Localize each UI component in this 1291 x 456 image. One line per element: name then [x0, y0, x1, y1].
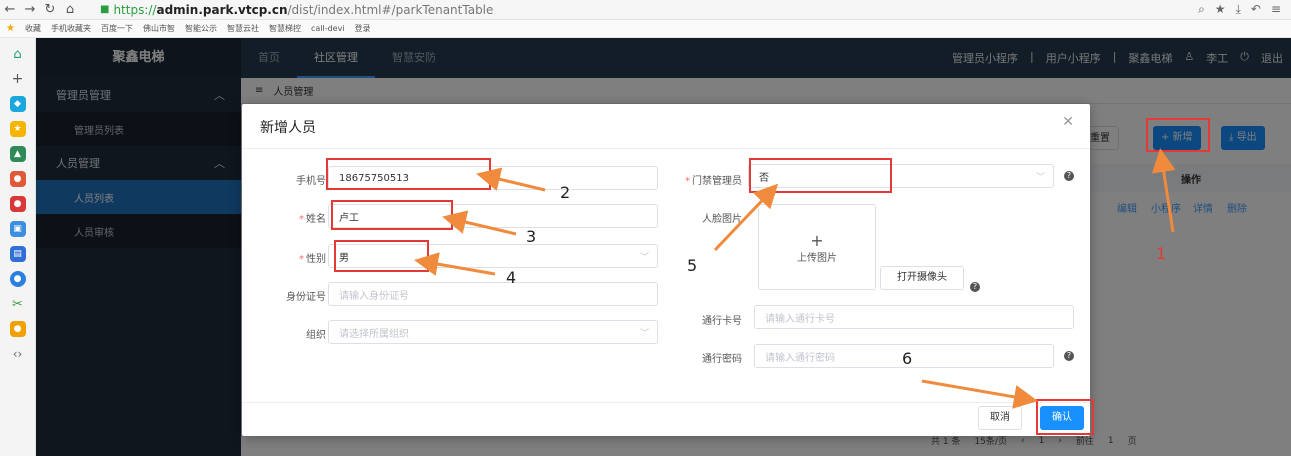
- annotation-number-1: 1: [1156, 244, 1167, 263]
- annotation-number-5: 5: [687, 256, 698, 275]
- card-label: 通行卡号: [672, 312, 742, 327]
- org-label-text: 组织: [306, 330, 326, 341]
- app-icon[interactable]: ●: [9, 271, 26, 287]
- face-label: 人脸图片: [672, 210, 742, 225]
- app-icon[interactable]: ★: [9, 121, 26, 137]
- phone-label: 手机号: [256, 172, 326, 187]
- menu-icon[interactable]: ≡: [1271, 2, 1281, 17]
- undo-icon[interactable]: ↶: [1251, 2, 1261, 17]
- back-icon[interactable]: ←: [0, 2, 20, 17]
- app-icon[interactable]: ●: [9, 196, 26, 212]
- pwd-label-text: 通行密码: [702, 354, 742, 365]
- card-label-text: 通行卡号: [702, 316, 742, 327]
- name-label-text: 姓名: [306, 214, 326, 225]
- collapse-icon[interactable]: ‹›: [10, 346, 26, 362]
- bookmark-item[interactable]: 智慧云社: [227, 23, 259, 34]
- face-upload[interactable]: + 上传图片: [758, 204, 876, 290]
- bookmark-item[interactable]: 登录: [355, 23, 371, 34]
- annotation-box-add: [1146, 118, 1210, 152]
- divider: [242, 148, 1090, 149]
- pwd-label: 通行密码: [672, 350, 742, 365]
- browser-toolbar: ← → ↻ ⌂ ■ https://admin.park.vtcp.cn/dis…: [0, 0, 1291, 20]
- org-label: 组织: [256, 326, 326, 341]
- bookmark-item[interactable]: 收藏: [25, 23, 41, 34]
- lock-icon: ■: [100, 4, 110, 15]
- app-icon[interactable]: ◆: [9, 96, 26, 112]
- divider: [242, 402, 1090, 403]
- app-icon[interactable]: ●: [9, 171, 26, 187]
- gender-label: * 性别: [299, 254, 326, 265]
- annotation-number-6: 6: [902, 349, 913, 368]
- weibo-icon[interactable]: ●: [9, 321, 26, 337]
- close-icon[interactable]: ✕: [1062, 114, 1074, 130]
- download-icon[interactable]: ⤓: [1236, 2, 1241, 17]
- search-icon[interactable]: ⌕: [1198, 2, 1205, 17]
- gender-label-text: 性别: [306, 254, 326, 265]
- annotation-number-2: 2: [560, 183, 571, 202]
- org-placeholder: 请选择所属组织: [339, 328, 409, 340]
- home-icon[interactable]: ⌂: [60, 2, 80, 17]
- annotation-box-name: [331, 200, 453, 230]
- bookmark-star-icon: ★: [6, 23, 15, 34]
- bookmark-item[interactable]: 智能公示: [185, 23, 217, 34]
- star-icon[interactable]: ★: [1215, 2, 1226, 17]
- browser-side-panel: ⌂ + ◆ ★ ▲ ● ● ▣ ▤ ● ✂ ● ‹›: [0, 38, 36, 456]
- help-icon[interactable]: ?: [1064, 351, 1074, 361]
- chevron-down-icon: ﹀: [639, 252, 649, 263]
- face-label-text: 人脸图片: [702, 214, 742, 225]
- dialog-title: 新增人员: [260, 120, 316, 136]
- url-path: /dist/index.html#/parkTenantTable: [287, 2, 494, 17]
- bookmark-item[interactable]: call-devi: [311, 24, 345, 33]
- annotation-number-4: 4: [506, 268, 517, 287]
- name-label: * 姓名: [299, 214, 326, 225]
- plus-icon: +: [810, 231, 824, 250]
- scissors-icon[interactable]: ✂: [10, 296, 26, 312]
- annotation-box-confirm: [1036, 399, 1094, 435]
- chevron-down-icon: ﹀: [1035, 172, 1045, 183]
- annotation-box-door-admin: [749, 158, 892, 193]
- card-input[interactable]: 请输入通行卡号: [754, 305, 1074, 329]
- app-icon[interactable]: ▣: [9, 221, 26, 237]
- upload-text: 上传图片: [797, 253, 837, 264]
- help-icon[interactable]: ?: [970, 282, 980, 292]
- url-host: admin.park.vtcp.cn: [156, 2, 288, 17]
- help-icon[interactable]: ?: [1064, 171, 1074, 181]
- idcard-label-text: 身份证号: [286, 292, 326, 303]
- bookmark-item[interactable]: 佛山市智: [143, 23, 175, 34]
- address-bar[interactable]: ■ https://admin.park.vtcp.cn/dist/index.…: [100, 3, 493, 17]
- url-protocol: https://: [113, 2, 157, 17]
- bookmark-item[interactable]: 百度一下: [101, 23, 133, 34]
- door-admin-label: * 门禁管理员: [685, 176, 742, 187]
- plus-icon[interactable]: +: [10, 71, 26, 87]
- idcard-input[interactable]: 请输入身份证号: [328, 282, 658, 306]
- annotation-box-gender: [334, 240, 429, 272]
- bookmark-item[interactable]: 手机收藏夹: [51, 23, 91, 34]
- cancel-button[interactable]: 取消: [978, 406, 1022, 430]
- org-select[interactable]: 请选择所属组织 ﹀: [328, 320, 658, 344]
- annotation-box-phone: [326, 158, 491, 190]
- chevron-down-icon: ﹀: [639, 328, 649, 339]
- home-icon[interactable]: ⌂: [10, 46, 26, 62]
- open-camera-button[interactable]: 打开摄像头: [880, 266, 964, 290]
- phone-label-text: 手机号: [296, 176, 326, 187]
- bookmarks-bar: ★ 收藏 手机收藏夹 百度一下 佛山市智 智能公示 智慧云社 智慧梯控 call…: [0, 20, 1291, 38]
- app-icon[interactable]: ▲: [9, 146, 26, 162]
- app-icon[interactable]: ▤: [9, 246, 26, 262]
- idcard-label: 身份证号: [256, 288, 326, 303]
- door-admin-label-text: 门禁管理员: [692, 176, 742, 187]
- annotation-number-3: 3: [526, 227, 537, 246]
- bookmark-item[interactable]: 智慧梯控: [269, 23, 301, 34]
- reload-icon[interactable]: ↻: [40, 2, 60, 17]
- forward-icon[interactable]: →: [20, 2, 40, 17]
